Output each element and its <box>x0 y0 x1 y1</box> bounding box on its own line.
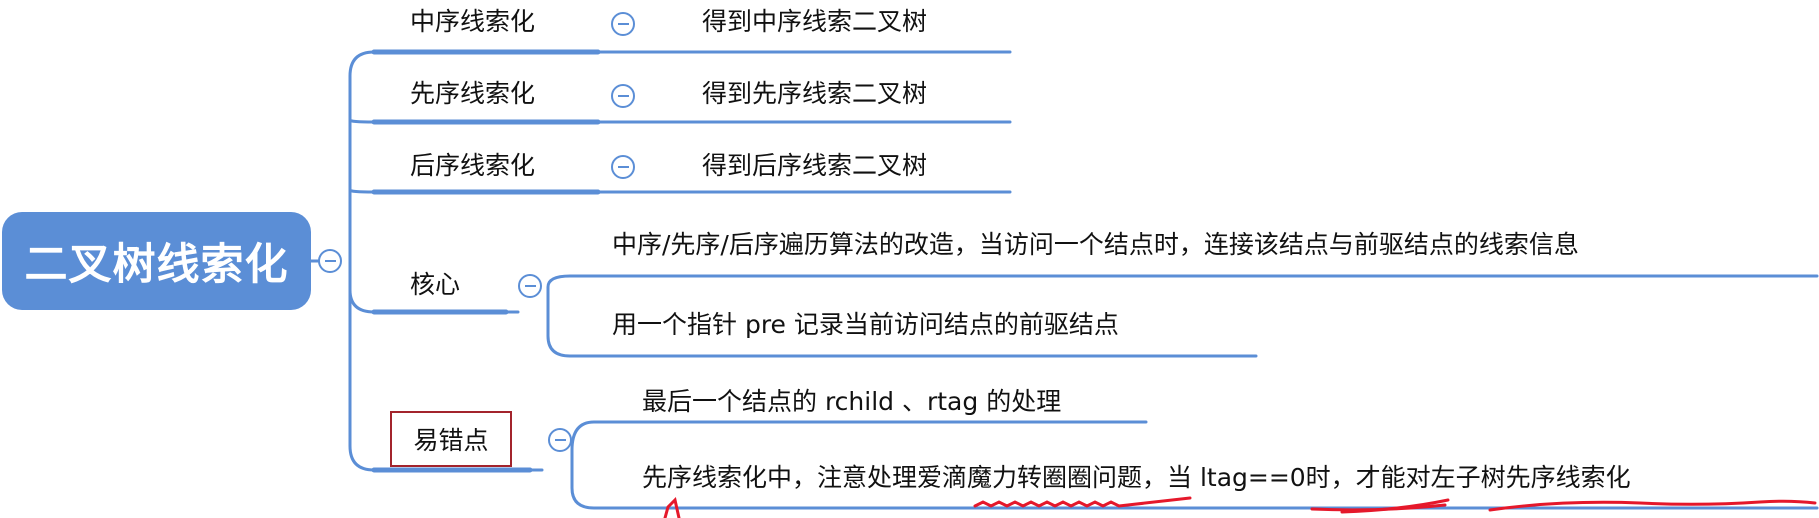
leaf-errors-last-node[interactable]: 最后一个结点的 rchild 、rtag 的处理 <box>642 387 1061 417</box>
branch-errors-text: 易错点 <box>413 426 489 455</box>
leaf-preorder-result[interactable]: 得到先序线索二叉树 <box>702 79 927 109</box>
connector-trunk <box>348 50 376 472</box>
root-label: 二叉树线索化 <box>24 240 289 290</box>
branch-preorder-label[interactable]: 先序线索化 <box>410 79 535 109</box>
branch-inorder-collapse-icon[interactable] <box>611 12 635 36</box>
branch-core-label[interactable]: 核心 <box>410 270 460 300</box>
branch-errors-label[interactable]: 易错点 <box>390 411 512 467</box>
branch-postorder-collapse-icon[interactable] <box>611 155 635 179</box>
annotation-scribble-2 <box>973 496 1192 508</box>
branch-preorder-collapse-icon[interactable] <box>611 84 635 108</box>
leaf-errors-preorder-loop[interactable]: 先序线索化中，注意处理爱滴魔力转圈圈问题，当 ltag==0时，才能对左子树先序… <box>642 463 1631 493</box>
branch-errors-collapse-icon[interactable] <box>548 428 572 452</box>
branch-postorder-label[interactable]: 后序线索化 <box>410 151 535 181</box>
leaf-postorder-result[interactable]: 得到后序线索二叉树 <box>702 151 927 181</box>
leaf-inorder-result[interactable]: 得到中序线索二叉树 <box>702 7 927 37</box>
branch-inorder-label[interactable]: 中序线索化 <box>410 7 535 37</box>
root-collapse-icon[interactable] <box>318 249 342 273</box>
root-node[interactable]: 二叉树线索化 <box>2 212 311 310</box>
leaf-core-pre-pointer[interactable]: 用一个指针 pre 记录当前访问结点的前驱结点 <box>612 310 1119 340</box>
leaf-core-idea[interactable]: 中序/先序/后序遍历算法的改造，当访问一个结点时，连接该结点与前驱结点的线索信息 <box>612 230 1579 260</box>
branch-core-collapse-icon[interactable] <box>518 274 542 298</box>
